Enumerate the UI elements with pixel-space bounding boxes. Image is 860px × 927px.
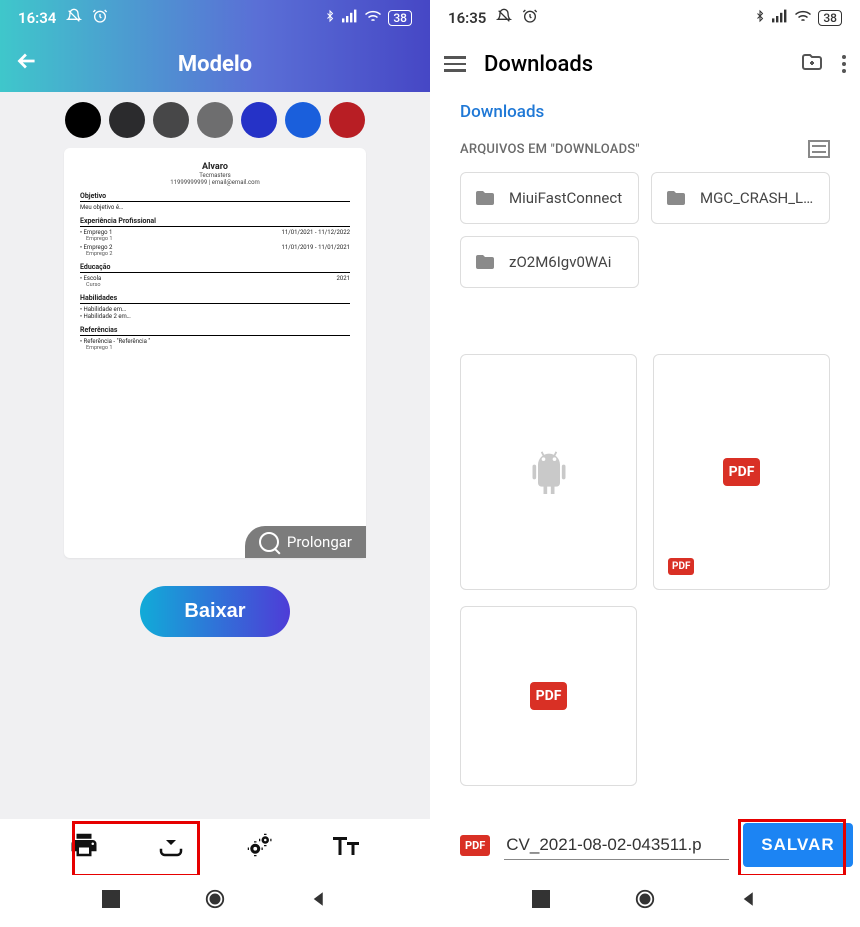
preview-text: 11/01/2019 - 11/01/2021 <box>282 244 351 251</box>
color-swatch[interactable] <box>153 102 189 138</box>
highlight-box <box>72 821 200 877</box>
folder-label: zO2M6Igv0WAi <box>509 253 611 271</box>
pdf-icon: PDF <box>668 558 694 575</box>
folder-item[interactable]: zO2M6Igv0WAi <box>460 236 639 288</box>
file-tile[interactable]: PDF PDF <box>653 354 830 590</box>
page-title: Modelo <box>178 52 252 77</box>
folder-item[interactable]: MiuiFastConnect <box>460 172 639 224</box>
bluetooth-icon <box>754 8 766 28</box>
nav-home-icon[interactable] <box>204 888 226 914</box>
nav-home-icon[interactable] <box>634 888 656 914</box>
status-time: 16:35 <box>448 9 486 27</box>
breadcrumb[interactable]: Downloads <box>430 92 860 140</box>
alarm-icon <box>92 8 108 28</box>
signal-icon <box>772 9 788 27</box>
view-toggle-icon[interactable] <box>808 140 830 158</box>
preview-section-h: Experiência Profissional <box>80 217 350 227</box>
preview-text: Referência - "Referência " <box>80 338 350 345</box>
preview-text: Emprego 2 <box>80 244 112 251</box>
system-nav <box>0 875 430 927</box>
new-folder-icon[interactable] <box>800 50 824 78</box>
status-time: 16:34 <box>18 9 56 27</box>
preview-contact: 11999999999 | email@email.com <box>80 179 350 186</box>
signal-icon <box>342 9 358 27</box>
preview-text: Emprego 1 <box>80 345 350 351</box>
nav-recent-icon[interactable] <box>532 890 550 912</box>
preview-section-h: Objetivo <box>80 192 350 202</box>
prolongar-label: Prolongar <box>287 533 352 551</box>
filename-input[interactable] <box>504 831 729 860</box>
prolongar-button[interactable]: Prolongar <box>245 526 366 558</box>
preview-section-h: Habilidades <box>80 294 350 304</box>
alarm-icon <box>522 8 538 28</box>
file-tile[interactable]: PDF <box>460 606 637 786</box>
preview-text: 11/01/2021 - 11/12/2022 <box>282 229 351 236</box>
wifi-icon <box>794 9 812 27</box>
status-bar: 16:35 38 <box>430 0 860 36</box>
file-tile[interactable] <box>460 354 637 590</box>
folder-label: MGC_CRASH_L… <box>700 189 813 207</box>
preview-text: Habilidade em… <box>80 306 350 313</box>
nav-back-icon[interactable] <box>740 890 758 912</box>
wifi-icon <box>364 9 382 27</box>
preview-subtitle: Tecmasters <box>80 172 350 179</box>
zoom-icon <box>259 532 279 552</box>
nav-recent-icon[interactable] <box>102 890 120 912</box>
preview-name: Alvaro <box>80 162 350 172</box>
preview-text: Curso <box>80 282 350 288</box>
settings-icon[interactable] <box>244 830 274 864</box>
baixar-button[interactable]: Baixar <box>140 586 289 637</box>
more-icon[interactable] <box>842 55 846 73</box>
color-swatch[interactable] <box>197 102 233 138</box>
section-label: ARQUIVOS EM "DOWNLOADS" <box>460 142 640 157</box>
preview-text: Emprego 1 <box>80 236 350 242</box>
page-title: Downloads <box>484 52 782 77</box>
preview-section-h: Referências <box>80 326 350 336</box>
dnd-icon <box>66 8 82 28</box>
pdf-icon: PDF <box>530 682 568 710</box>
downloads-header: Downloads <box>430 36 860 92</box>
preview-text: Emprego 2 <box>80 251 350 257</box>
app-header: Modelo <box>0 36 430 92</box>
color-swatch[interactable] <box>241 102 277 138</box>
resume-preview: Alvaro Tecmasters 11999999999 | email@em… <box>64 148 366 558</box>
pdf-icon: PDF <box>460 835 490 856</box>
system-nav <box>430 875 860 927</box>
preview-text: Habilidade 2 em… <box>80 313 350 320</box>
android-icon <box>527 446 571 498</box>
preview-text: Meu objetivo é… <box>80 204 350 211</box>
folder-item[interactable]: MGC_CRASH_L… <box>651 172 830 224</box>
bottom-toolbar <box>0 819 430 875</box>
bluetooth-icon <box>324 8 336 28</box>
folder-label: MiuiFastConnect <box>509 189 622 207</box>
preview-section-h: Educação <box>80 263 350 273</box>
preview-text: Escola <box>80 275 101 282</box>
battery-icon: 38 <box>388 10 412 26</box>
preview-text: Emprego 1 <box>80 229 112 236</box>
highlight-box <box>738 819 846 877</box>
back-button[interactable] <box>14 48 40 80</box>
battery-icon: 38 <box>818 10 842 26</box>
color-swatches <box>0 92 430 146</box>
text-size-icon[interactable] <box>331 830 361 864</box>
color-swatch[interactable] <box>109 102 145 138</box>
nav-back-icon[interactable] <box>310 890 328 912</box>
status-bar: 16:34 38 <box>0 0 430 36</box>
menu-icon[interactable] <box>444 56 466 72</box>
preview-text: 2021 <box>337 275 351 282</box>
color-swatch[interactable] <box>65 102 101 138</box>
color-swatch[interactable] <box>329 102 365 138</box>
color-swatch[interactable] <box>285 102 321 138</box>
pdf-icon: PDF <box>723 458 761 486</box>
dnd-icon <box>496 8 512 28</box>
